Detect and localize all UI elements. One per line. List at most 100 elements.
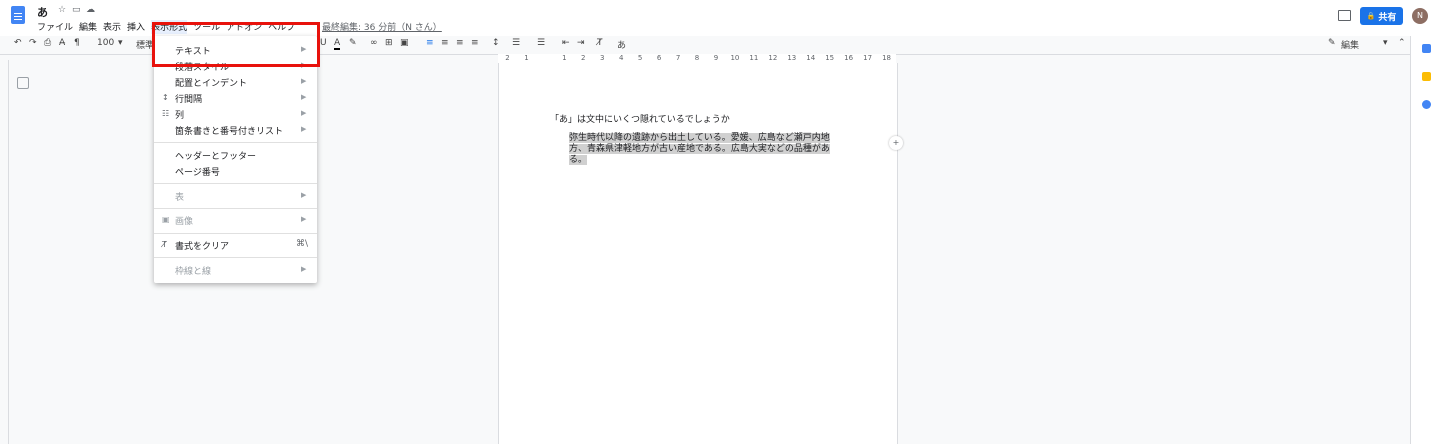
menu-divider bbox=[154, 208, 317, 209]
menu-divider bbox=[154, 257, 317, 258]
menu-item-page-numbers[interactable]: ページ番号 bbox=[175, 165, 220, 178]
align-justify-icon[interactable]: ≡ bbox=[471, 38, 479, 48]
columns-icon: ☷ bbox=[162, 109, 170, 118]
print-icon[interactable]: ⎙ bbox=[44, 38, 51, 48]
ruler-tick: 2 bbox=[505, 54, 510, 62]
cloud-status-icon[interactable]: ☁ bbox=[86, 5, 95, 15]
document-body[interactable]: 弥生時代以降の遺跡から出土している。愛媛、広島など瀬戸内地方、青森県津軽地方が古… bbox=[569, 133, 834, 166]
menu-view[interactable]: 表示 bbox=[103, 20, 121, 34]
document-outline-icon[interactable] bbox=[17, 77, 29, 89]
edit-mode-select[interactable]: 編集 bbox=[1341, 38, 1359, 51]
decrease-indent-icon[interactable]: ⇤ bbox=[562, 38, 570, 48]
ruler-tick: 5 bbox=[637, 54, 643, 62]
spellcheck-icon[interactable]: A̶ bbox=[59, 38, 65, 48]
menu-item-columns[interactable]: 列 bbox=[175, 108, 184, 121]
zoom-chevron-down-icon[interactable]: ▾ bbox=[118, 38, 123, 48]
avatar[interactable]: N bbox=[1412, 8, 1428, 24]
share-button[interactable]: 🔒 共有 bbox=[1360, 7, 1403, 25]
share-label: 共有 bbox=[1378, 12, 1397, 23]
clear-formatting-icon[interactable]: T̸ bbox=[597, 38, 603, 48]
submenu-arrow-icon: ▶ bbox=[301, 93, 307, 101]
align-left-icon[interactable]: ≡ bbox=[426, 38, 434, 48]
redo-icon[interactable]: ↷ bbox=[29, 38, 37, 48]
lock-icon: 🔒 bbox=[1366, 12, 1376, 20]
ruler-tick: 2 bbox=[581, 54, 586, 62]
menu-insert[interactable]: 挿入 bbox=[127, 20, 145, 34]
menu-item-image: 画像 bbox=[175, 217, 194, 227]
text-color-icon[interactable]: A bbox=[334, 38, 341, 50]
ruler-tick: 16 bbox=[844, 54, 854, 62]
ruler-tick: 1 bbox=[562, 54, 567, 62]
document-heading[interactable]: 「あ」は文中にいくつ隠れているでしょうか bbox=[550, 112, 730, 125]
vertical-ruler[interactable] bbox=[0, 60, 9, 444]
menu-item-align-indent[interactable]: 配置とインデント bbox=[175, 76, 247, 89]
collapse-toolbar-icon[interactable]: ⌃ bbox=[1398, 38, 1406, 48]
undo-icon[interactable]: ↶ bbox=[14, 38, 22, 48]
submenu-arrow-icon: ▶ bbox=[301, 77, 307, 85]
folder-icon[interactable]: ▭ bbox=[72, 5, 81, 15]
insert-comment-icon[interactable]: ⊞ bbox=[385, 38, 393, 48]
add-comment-icon[interactable]: + bbox=[889, 136, 903, 150]
bulleted-list-icon[interactable]: ☰ bbox=[537, 38, 545, 48]
align-center-icon[interactable]: ≡ bbox=[441, 38, 449, 48]
comment-history-icon[interactable] bbox=[1338, 10, 1351, 21]
submenu-arrow-icon: ▶ bbox=[301, 109, 307, 117]
last-edit-link[interactable]: 最終編集: 36 分前（N さん） bbox=[322, 20, 442, 33]
selected-paragraph[interactable]: 弥生時代以降の遺跡から出土している。愛媛、広島など瀬戸内地方、青森県津軽地方が古… bbox=[569, 133, 830, 165]
ruler-tick bbox=[536, 54, 555, 63]
zoom-select[interactable]: 100 bbox=[97, 38, 114, 48]
ruler-tick: 3 bbox=[600, 54, 605, 62]
horizontal-ruler[interactable]: 2 1 1 2 3 4 5 6 7 8 9 10 11 12 13 14 15 … bbox=[498, 54, 896, 63]
checklist-icon[interactable]: ☰ bbox=[512, 38, 520, 48]
input-tools-select[interactable]: あ bbox=[617, 38, 626, 51]
menu-item-clear-formatting[interactable]: 書式をクリア bbox=[175, 239, 229, 252]
menu-file[interactable]: ファイル bbox=[37, 20, 73, 34]
ruler-tick: 11 bbox=[749, 54, 759, 62]
keep-icon[interactable] bbox=[1422, 72, 1431, 81]
ruler-tick: 17 bbox=[863, 54, 873, 62]
edit-mode-chevron-icon[interactable]: ▾ bbox=[1383, 38, 1388, 48]
ruler-tick: 12 bbox=[768, 54, 778, 62]
document-title[interactable]: あ bbox=[37, 4, 48, 20]
line-spacing-icon[interactable]: ↕ bbox=[492, 38, 500, 48]
docs-logo-icon[interactable] bbox=[11, 6, 25, 24]
menu-divider bbox=[154, 142, 317, 143]
insert-image-icon[interactable]: ▣ bbox=[400, 38, 409, 48]
format-menu: テキスト ▶ 段落スタイル ▶ 配置とインデント ▶ ↕ 行間隔 ▶ ☷ 列 ▶… bbox=[154, 36, 317, 283]
ruler-tick: 7 bbox=[675, 54, 681, 62]
ruler-tick: 10 bbox=[730, 54, 740, 62]
menu-item-line-spacing[interactable]: 行間隔 bbox=[175, 92, 202, 105]
ruler-tick: 13 bbox=[787, 54, 797, 62]
submenu-arrow-icon: ▶ bbox=[301, 215, 307, 223]
align-right-icon[interactable]: ≡ bbox=[456, 38, 464, 48]
increase-indent-icon[interactable]: ⇥ bbox=[577, 38, 585, 48]
clear-formatting-shortcut: ⌘\ bbox=[296, 239, 309, 249]
ruler-tick: 1 bbox=[524, 54, 529, 62]
ruler-tick: 8 bbox=[694, 54, 700, 62]
line-spacing-icon: ↕ bbox=[162, 93, 169, 102]
menu-item-bullets-numbering[interactable]: 箇条書きと番号付きリスト bbox=[175, 124, 283, 137]
calendar-icon[interactable] bbox=[1422, 44, 1431, 53]
link-icon[interactable]: ∞ bbox=[370, 38, 378, 48]
menu-item-table: 表 bbox=[175, 193, 185, 203]
menu-item-borders-lines: 枠線と線 bbox=[175, 267, 212, 277]
ruler-tick: 15 bbox=[825, 54, 835, 62]
annotation-highlight-box bbox=[152, 22, 320, 67]
submenu-arrow-icon: ▶ bbox=[301, 265, 307, 273]
clear-formatting-icon: T̸ bbox=[162, 240, 167, 249]
image-icon: ▣ bbox=[162, 215, 170, 224]
star-icon[interactable]: ☆ bbox=[58, 5, 66, 15]
side-panel bbox=[1410, 36, 1440, 444]
pencil-icon: ✎ bbox=[1328, 38, 1336, 48]
ruler-tick: 18 bbox=[882, 54, 891, 62]
menu-item-headers-footers[interactable]: ヘッダーとフッター bbox=[175, 149, 256, 162]
submenu-arrow-icon: ▶ bbox=[301, 125, 307, 133]
ruler-tick: 14 bbox=[806, 54, 816, 62]
paint-format-icon[interactable]: ¶ bbox=[74, 38, 80, 48]
menu-edit[interactable]: 編集 bbox=[79, 20, 97, 34]
menu-divider bbox=[154, 233, 317, 234]
ruler-tick: 4 bbox=[618, 54, 624, 62]
highlight-icon[interactable]: ✎ bbox=[349, 38, 357, 48]
tasks-icon[interactable] bbox=[1422, 100, 1431, 109]
underline-icon[interactable]: U bbox=[320, 38, 327, 48]
